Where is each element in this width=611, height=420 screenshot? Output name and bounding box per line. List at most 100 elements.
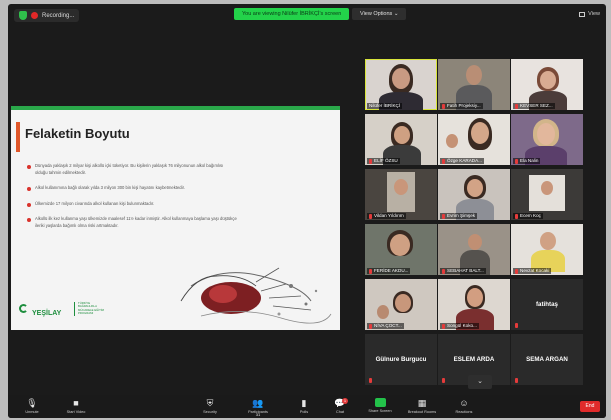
- slide-bullets: Dünyada yaklaşık 2 milyar kişi alkollü i…: [27, 163, 237, 239]
- gallery-next-page-button[interactable]: ⌄: [468, 375, 492, 389]
- bullet-text: Dünyada yaklaşık 2 milyar kişi alkollü i…: [35, 163, 224, 175]
- participant-tile[interactable]: Vildan Yıldırım: [365, 169, 437, 220]
- shield-icon: ⛨: [206, 398, 214, 408]
- muted-mic-icon: [515, 213, 518, 219]
- participant-name: Ela Nalin: [513, 158, 541, 164]
- participant-name: Özge KARADA...: [440, 158, 484, 164]
- polls-label: Polls: [299, 410, 309, 414]
- bullet-dot-icon: [27, 218, 31, 223]
- chat-badge: 1: [342, 398, 348, 404]
- yesilay-logo-text-group: YEŞİLAY TÜRKİYE BAĞIMLILIKLA MÜCADELE EĞ…: [32, 301, 108, 317]
- muted-mic-icon: [369, 323, 372, 329]
- gallery-view-icon: [579, 11, 586, 17]
- participant-tile[interactable]: SEBAHAT BALT...: [438, 224, 510, 275]
- participants-icon: 👥31: [252, 398, 264, 417]
- unmute-label: Unmute: [25, 410, 39, 414]
- mic-muted-icon: 🎙: [26, 398, 38, 408]
- participant-tile[interactable]: Ela Nalin: [511, 114, 583, 165]
- bullet-text: Alkol kullanımına bağlı olarak yılda 3 m…: [35, 185, 185, 191]
- slide-top-bar: [11, 106, 340, 110]
- chat-label: Chat: [335, 410, 345, 414]
- view-options-button[interactable]: View Options ⌄: [352, 8, 407, 20]
- participant-tile[interactable]: Songül Koko...: [438, 279, 510, 330]
- slide-bullet: Alkol kullanımına bağlı olarak yılda 3 m…: [27, 185, 237, 192]
- security-button[interactable]: ⛨ Security: [188, 398, 232, 414]
- bullet-dot-icon: [27, 165, 31, 169]
- breakout-rooms-button[interactable]: ▦ Breakout Rooms: [400, 398, 444, 414]
- participants-button[interactable]: 👥31 Participants: [236, 398, 280, 417]
- zoom-window: Recording... You are viewing Nilüfer İBR…: [8, 4, 606, 418]
- end-button[interactable]: End: [580, 401, 600, 412]
- slide-bullet: Dünyada yaklaşık 2 milyar kişi alkollü i…: [27, 163, 237, 176]
- participant-tile[interactable]: Özge KARADA...: [438, 114, 510, 165]
- bullet-dot-icon: [27, 202, 31, 207]
- muted-mic-icon: [515, 378, 518, 383]
- breakout-icon: ▦: [417, 398, 427, 408]
- participant-name: KEVSER SEZ...: [513, 103, 555, 109]
- participant-tile[interactable]: Nevzat Kocaki: [511, 224, 583, 275]
- muted-mic-icon: [442, 213, 445, 219]
- participant-name: Fatih Projeksiy...: [440, 103, 483, 109]
- meeting-toolbar: 🎙 Unmute ■ Start Video ⛨ Security 👥31 Pa…: [8, 395, 606, 418]
- participant-name: Ecem Koç: [513, 213, 543, 219]
- reactions-button[interactable]: ☺ Reactions: [442, 398, 486, 414]
- muted-mic-icon: [515, 268, 518, 274]
- start-video-button[interactable]: ■ Start Video: [54, 398, 98, 414]
- participant-tile[interactable]: KEVSER SEZ...: [511, 59, 583, 110]
- bullet-dot-icon: [27, 187, 31, 192]
- yesilay-logo-text: YEŞİLAY: [32, 310, 62, 317]
- participant-name: Evrim Şimşek: [440, 213, 478, 219]
- slide-title-accent: [16, 122, 20, 152]
- share-screen-label: Share Screen: [368, 409, 392, 413]
- participant-name: SEBAHAT BALT...: [440, 268, 486, 274]
- view-label: View: [588, 11, 600, 17]
- muted-mic-icon: [442, 158, 445, 164]
- muted-mic-icon: [369, 158, 372, 164]
- shield-icon: [19, 11, 27, 20]
- participant-tile[interactable]: fatihtaş: [511, 279, 583, 330]
- participant-name: FERİDE AKDU...: [367, 268, 411, 274]
- unmute-button[interactable]: 🎙 Unmute: [10, 398, 54, 414]
- muted-mic-icon: [515, 103, 518, 109]
- muted-mic-icon: [369, 378, 372, 383]
- participant-tile[interactable]: FERİDE AKDU...: [365, 224, 437, 275]
- yesilay-logo-icon: [19, 303, 28, 313]
- reactions-icon: ☺: [459, 398, 469, 408]
- view-button[interactable]: View: [579, 11, 600, 17]
- muted-mic-icon: [369, 213, 372, 219]
- participant-name: ELİF ÖZSU: [367, 158, 400, 164]
- record-dot-icon: [31, 12, 38, 19]
- muted-mic-icon: [442, 103, 445, 109]
- participant-name: NİVA ÇOCT...: [367, 323, 404, 329]
- bullet-text: Alkollü ilk kez kullanma yaşı ülkemizde …: [35, 216, 237, 228]
- participant-tile[interactable]: ELİF ÖZSU: [365, 114, 437, 165]
- slide-title: Felaketin Boyutu: [25, 126, 130, 141]
- participant-tile[interactable]: Evrim Şimşek: [438, 169, 510, 220]
- participant-tile[interactable]: Gülnure Burgucu: [365, 334, 437, 385]
- recording-indicator[interactable]: Recording...: [14, 9, 80, 22]
- muted-mic-icon: [515, 158, 518, 164]
- participant-name-center: fatihtaş: [535, 301, 558, 308]
- slide-bullet: Alkollü ilk kez kullanma yaşı ülkemizde …: [27, 216, 237, 229]
- participant-tile[interactable]: Ecem Koç: [511, 169, 583, 220]
- yesilay-logo: YEŞİLAY TÜRKİYE BAĞIMLILIKLA MÜCADELE EĞ…: [19, 301, 108, 317]
- participant-tile[interactable]: NİVA ÇOCT...: [365, 279, 437, 330]
- breakout-rooms-label: Breakout Rooms: [407, 410, 437, 414]
- chat-button[interactable]: 💬 1 Chat: [318, 398, 362, 414]
- security-label: Security: [203, 410, 217, 414]
- participant-name: Vildan Yıldırım: [367, 213, 406, 219]
- participant-name-center: SEMA ARGAN: [526, 356, 568, 363]
- participant-tile[interactable]: SEMA ARGAN: [511, 334, 583, 385]
- splash-illustration: [180, 267, 332, 324]
- share-screen-icon: [374, 398, 386, 407]
- muted-mic-icon: [442, 378, 445, 383]
- participant-name: Songül Koko...: [440, 323, 479, 329]
- yesilay-logo-subtitle: TÜRKİYE BAĞIMLILIKLA MÜCADELE EĞİTİM PRO…: [74, 301, 104, 316]
- participant-tile[interactable]: Nilüfer İBRİKÇİ: [365, 59, 437, 110]
- participant-name: Nevzat Kocaki: [513, 268, 552, 274]
- video-icon: ■: [73, 398, 79, 408]
- participant-tile[interactable]: Fatih Projeksiy...: [438, 59, 510, 110]
- viewing-screen-banner: You are viewing Nilüfer İBRİKÇİ's screen: [234, 8, 350, 20]
- top-bar: Recording... You are viewing Nilüfer İBR…: [8, 4, 606, 26]
- share-screen-button[interactable]: Share Screen: [358, 398, 402, 413]
